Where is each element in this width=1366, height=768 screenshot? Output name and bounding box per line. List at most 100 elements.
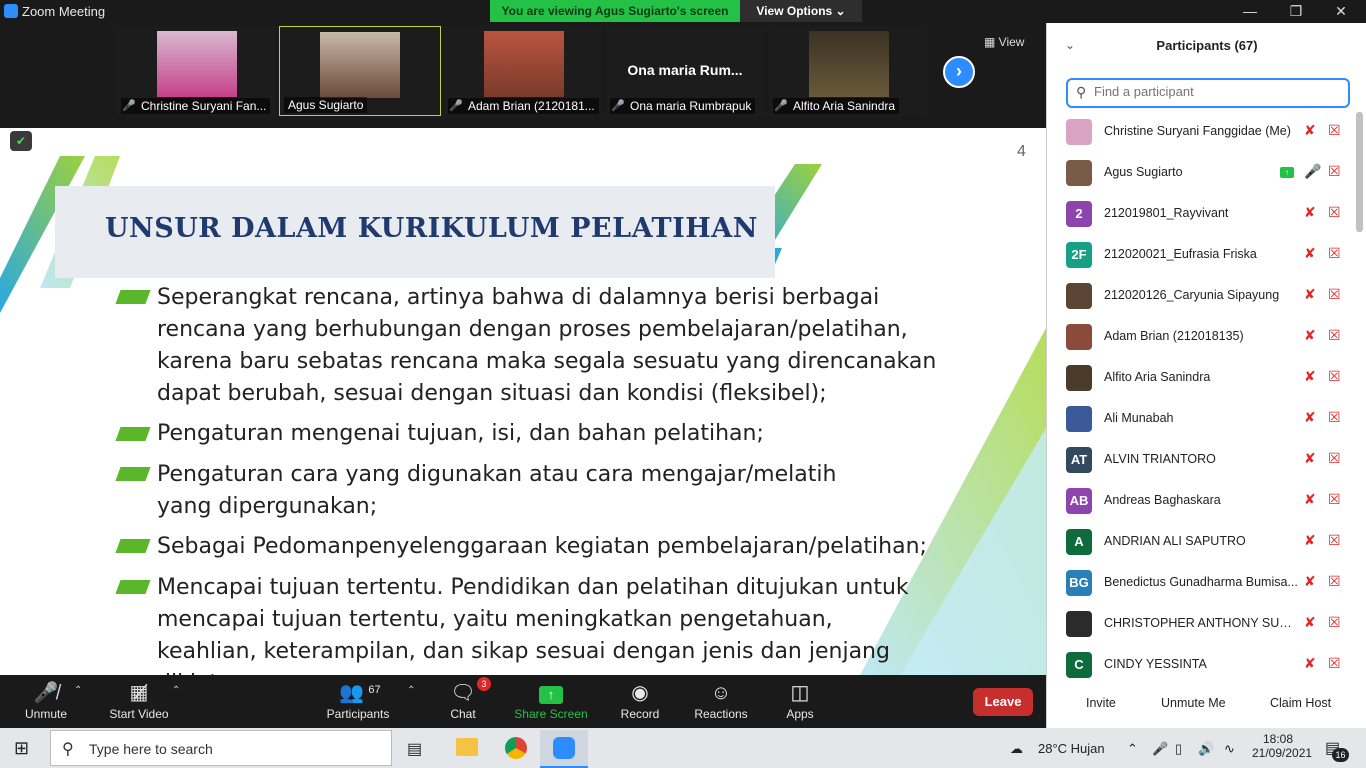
mic-muted-icon: ✘ <box>1304 327 1316 343</box>
participants-label: Participants <box>326 707 390 721</box>
video-thumb[interactable]: Alfito Aria Sanindra 🎤 <box>769 26 927 116</box>
clock[interactable]: 18:08 21/09/2021 <box>1252 732 1312 760</box>
participant-name: Ali Munabah <box>1104 411 1174 425</box>
invite-button[interactable]: Invite <box>1078 691 1124 715</box>
participant-row[interactable]: 2 212019801_Rayvivant ✘ ☒ <box>1047 193 1357 234</box>
battery-icon[interactable]: ▯ <box>1175 741 1182 757</box>
next-page-arrow-icon[interactable]: › <box>943 56 975 88</box>
participant-row[interactable]: BG Benedictus Gunadharma Bumisa... ✘ ☒ <box>1047 562 1357 603</box>
reactions-label: Reactions <box>694 707 748 721</box>
thumb-display-name: Ona maria Rum... <box>627 62 743 78</box>
bullet-text: Sebagai Pedomanpenyelenggaraan kegiatan … <box>157 534 927 559</box>
zoom-taskbar-item[interactable] <box>540 730 588 768</box>
share-screen-label: Share Screen <box>514 707 588 721</box>
view-options-button[interactable]: View Options ⌄ <box>740 0 862 22</box>
avatar <box>1066 611 1092 637</box>
participants-caret-icon[interactable]: ⌃ <box>407 685 415 696</box>
participant-search[interactable]: ⚲ <box>1066 78 1350 108</box>
participant-row[interactable]: Agus Sugiarto ↑ 🎤 ☒ <box>1047 152 1357 193</box>
avatar <box>1066 365 1092 391</box>
zoom-icon <box>553 737 575 759</box>
video-off-icon: ☒ <box>1328 450 1341 466</box>
leave-button[interactable]: Leave <box>973 688 1033 716</box>
video-thumb-active[interactable]: Agus Sugiarto <box>279 26 441 116</box>
file-explorer-icon[interactable] <box>456 738 478 756</box>
shared-screen-slide: UNSUR DALAM KURIKULUM PELATIHAN 4 Sepera… <box>0 128 1046 675</box>
volume-icon[interactable]: 🔊 <box>1198 741 1214 757</box>
bullet-marker <box>115 539 151 553</box>
reactions-icon: ☺ <box>710 682 732 704</box>
mic-muted-icon: ✘ <box>1304 286 1316 302</box>
video-off-icon: ☒ <box>1328 327 1341 343</box>
apps-button[interactable]: ◫ Apps <box>780 679 820 721</box>
participant-row[interactable]: AT ALVIN TRIANTORO ✘ ☒ <box>1047 439 1357 480</box>
participant-name: Andreas Baghaskara <box>1104 493 1221 507</box>
unmute-button[interactable]: 🎤̸ Unmute <box>18 679 74 721</box>
start-video-button[interactable]: ▦̸ Start Video <box>103 679 175 721</box>
participant-row[interactable]: Adam Brian (212018135) ✘ ☒ <box>1047 316 1357 357</box>
avatar: C <box>1066 652 1092 678</box>
audio-options-caret-icon[interactable]: ⌃ <box>74 685 82 696</box>
participant-scrollbar[interactable] <box>1356 112 1363 232</box>
encryption-shield-icon[interactable]: ✔ <box>10 131 32 151</box>
mic-muted-icon: 🎤̸ <box>33 682 59 704</box>
weather-text[interactable]: 28°C Hujan <box>1038 741 1105 756</box>
participant-row[interactable]: Alfito Aria Sanindra ✘ ☒ <box>1047 357 1357 398</box>
bullet-marker <box>115 427 151 441</box>
participant-row[interactable]: AB Andreas Baghaskara ✘ ☒ <box>1047 480 1357 521</box>
unmute-me-button[interactable]: Unmute Me <box>1153 691 1234 715</box>
reactions-button[interactable]: ☺ Reactions <box>690 679 752 721</box>
participant-row[interactable]: C CINDY YESSINTA ✘ ☒ <box>1047 644 1357 685</box>
bullet-text: Seperangkat rencana, artinya bahwa di da… <box>157 285 937 406</box>
windows-start-icon[interactable]: ⊞ <box>14 738 29 759</box>
participant-row[interactable]: CHRISTOPHER ANTHONY SURY... ✘ ☒ <box>1047 603 1357 644</box>
participant-name: 212019801_Rayvivant <box>1104 206 1229 220</box>
participant-name: Benedictus Gunadharma Bumisa... <box>1104 575 1298 589</box>
weather-icon[interactable]: ☁ <box>1010 741 1023 757</box>
participant-name: ANDRIAN ALI SAPUTRO <box>1104 534 1246 548</box>
claim-host-button[interactable]: Claim Host <box>1262 691 1339 715</box>
search-icon: ⚲ <box>62 741 74 758</box>
bullet-marker <box>115 580 151 594</box>
record-button[interactable]: ◉ Record <box>616 679 664 721</box>
participants-button[interactable]: 👥 67 Participants <box>322 679 394 721</box>
slide-number: 4 <box>1017 143 1026 160</box>
video-off-icon: ☒ <box>1328 573 1341 589</box>
participant-row[interactable]: Ali Munabah ✘ ☒ <box>1047 398 1357 439</box>
video-off-icon: ☒ <box>1328 532 1341 548</box>
taskbar-search-label: Type here to search <box>89 741 213 757</box>
video-options-caret-icon[interactable]: ⌃ <box>172 685 180 696</box>
video-thumb[interactable]: Christine Suryani Fan... 🎤 <box>117 26 275 116</box>
search-input[interactable] <box>1094 84 1344 99</box>
search-icon: ⚲ <box>1076 84 1087 100</box>
apps-icon: ◫ <box>790 682 810 704</box>
participant-name: ALVIN TRIANTORO <box>1104 452 1216 466</box>
video-thumb[interactable]: Ona maria Rum... Ona maria Rumbrapuk 🎤 <box>606 26 764 116</box>
minimize-icon[interactable]: — <box>1236 2 1264 20</box>
chrome-icon[interactable] <box>505 737 527 759</box>
participants-panel: ⌄ Participants (67) ⚲ Christine Suryani … <box>1046 23 1366 728</box>
mic-icon[interactable]: 🎤 <box>1152 741 1168 757</box>
tray-chevron-icon[interactable]: ⌃ <box>1127 741 1138 757</box>
video-thumb[interactable]: Adam Brian (2120181... 🎤 <box>444 26 602 116</box>
close-icon[interactable]: ✕ <box>1327 2 1355 20</box>
taskbar-search[interactable]: ⚲ Type here to search <box>50 730 392 766</box>
share-screen-button[interactable]: ↑ Share Screen <box>512 679 590 721</box>
participant-row[interactable]: Christine Suryani Fanggidae (Me) ✘ ☒ <box>1047 111 1357 152</box>
network-icon[interactable]: ∿ <box>1224 741 1235 757</box>
mic-muted-icon: ✘ <box>1304 122 1316 138</box>
video-off-icon: ☒ <box>1328 491 1341 507</box>
task-view-icon[interactable]: ▤ <box>407 739 422 759</box>
restore-icon[interactable]: ❐ <box>1282 2 1310 20</box>
avatar <box>1066 283 1092 309</box>
view-button[interactable]: ▦ View <box>984 35 1024 49</box>
participant-row[interactable]: 212020126_Caryunia Sipayung ✘ ☒ <box>1047 275 1357 316</box>
participant-name: 212020126_Caryunia Sipayung <box>1104 288 1280 302</box>
participant-photo <box>157 31 237 97</box>
participants-icon: 👥 67 <box>339 682 381 704</box>
participant-row[interactable]: A ANDRIAN ALI SAPUTRO ✘ ☒ <box>1047 521 1357 562</box>
unmute-label: Unmute <box>24 707 68 721</box>
chat-button[interactable]: 🗨 3 Chat <box>443 677 491 721</box>
avatar: 2 <box>1066 201 1092 227</box>
participant-row[interactable]: 2F 212020021_Eufrasia Friska ✘ ☒ <box>1047 234 1357 275</box>
